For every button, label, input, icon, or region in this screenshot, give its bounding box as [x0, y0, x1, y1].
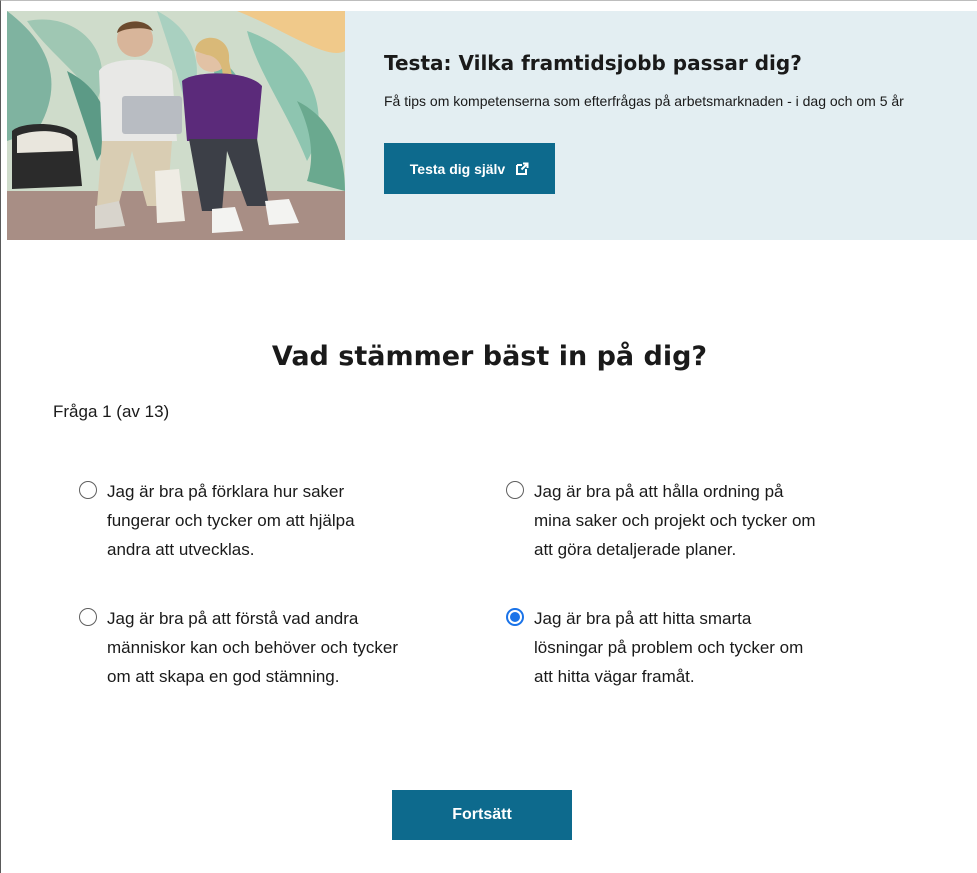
external-link-icon	[516, 162, 529, 175]
answer-option-4[interactable]: Jag är bra på att hitta smarta lösningar…	[506, 604, 816, 691]
question-title: Vad stämmer bäst in på dig?	[271, 341, 708, 372]
answer-option-2[interactable]: Jag är bra på att hålla ordning på mina …	[506, 477, 816, 564]
test-yourself-label: Testa dig själv	[409, 160, 506, 177]
students-illustration	[7, 11, 345, 240]
radio-button[interactable]	[79, 481, 97, 499]
answer-option-label: Jag är bra på att förstå vad andra männi…	[107, 609, 399, 686]
answer-option-label: Jag är bra på förklara hur saker fungera…	[107, 482, 355, 559]
answer-option-3[interactable]: Jag är bra på att förstå vad andra männi…	[79, 604, 409, 691]
radio-button[interactable]	[506, 481, 524, 499]
answer-option-label: Jag är bra på att hålla ordning på mina …	[534, 482, 816, 559]
answer-option-1[interactable]: Jag är bra på förklara hur saker fungera…	[79, 477, 389, 564]
answer-option-label: Jag är bra på att hitta smarta lösningar…	[534, 609, 804, 686]
radio-button-selected[interactable]	[506, 608, 524, 626]
banner-content: Testa: Vilka framtidsjobb passar dig? Få…	[384, 51, 977, 194]
test-yourself-button[interactable]: Testa dig själv	[384, 143, 555, 194]
promo-banner: Testa: Vilka framtidsjobb passar dig? Få…	[7, 11, 977, 240]
page: Testa: Vilka framtidsjobb passar dig? Få…	[0, 0, 977, 873]
banner-description: Få tips om kompetenserna som efterfrågas…	[384, 93, 904, 109]
continue-button[interactable]: Fortsätt	[392, 790, 572, 840]
question-progress: Fråga 1 (av 13)	[53, 402, 170, 421]
banner-title: Testa: Vilka framtidsjobb passar dig?	[384, 51, 802, 75]
radio-button[interactable]	[79, 608, 97, 626]
banner-photo	[7, 11, 345, 240]
